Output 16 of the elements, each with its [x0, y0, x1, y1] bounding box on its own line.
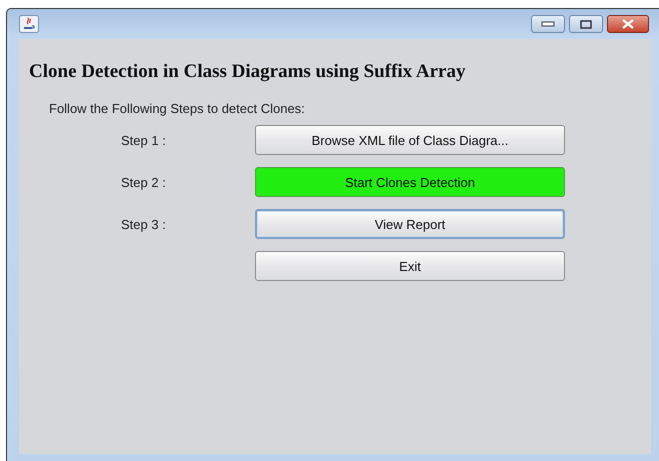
java-cup-icon[interactable]	[19, 15, 39, 33]
maximize-button[interactable]	[569, 15, 603, 33]
maximize-icon	[580, 20, 592, 28]
heading: Clone Detection in Class Diagrams using Suffix Array	[29, 61, 466, 83]
step-button[interactable]: Start Clones Detection	[255, 167, 565, 197]
step-label: Step 2 :	[120, 174, 167, 190]
instruction-text: Follow the Following Steps to detect Clones:	[49, 101, 306, 116]
step-button[interactable]: View Report	[255, 209, 565, 239]
minimize-icon	[541, 21, 555, 27]
close-icon	[621, 19, 635, 29]
step-button[interactable]: Exit	[255, 251, 565, 281]
minimize-button[interactable]	[531, 15, 565, 33]
close-button[interactable]	[607, 15, 649, 33]
step-label: Step 1 :	[120, 132, 167, 148]
step-label: Step 3 :	[120, 216, 167, 232]
step-button[interactable]: Browse XML file of Class Diagra...	[255, 125, 565, 155]
